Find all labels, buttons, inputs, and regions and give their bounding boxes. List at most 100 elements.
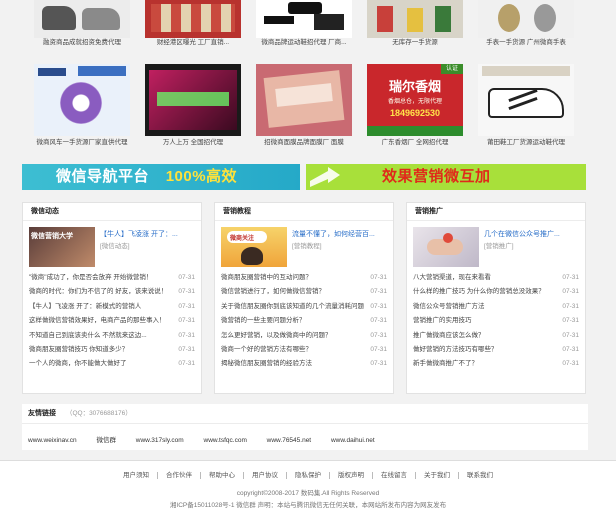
banner-marketing[interactable]: 效果营销微互加 <box>306 164 586 190</box>
featured-article[interactable]: 微信营销大学 【牛人】飞凌涨 开了：... [微信动态] <box>29 227 195 267</box>
product-caption[interactable]: 万人上万 全国招代理 <box>145 136 241 149</box>
article-title[interactable]: 八大营销渠道，现在来看看 <box>413 274 491 281</box>
featured-title[interactable]: 【牛人】飞凌涨 开了：... <box>100 229 195 239</box>
list-item[interactable]: 做好营销的方法技巧有哪些？ 07-31 <box>413 343 579 357</box>
product-image[interactable] <box>367 0 463 38</box>
article-title[interactable]: 微信营销进行了，如何做微信营销？ <box>221 288 325 295</box>
list-item[interactable]: 不知道自己到底该卖什么 不然就来这边... 07-31 <box>29 329 195 343</box>
product-image[interactable] <box>256 0 352 38</box>
list-item[interactable]: 微信公众号营销推广方法 07-31 <box>413 300 579 314</box>
friend-link[interactable]: www.317sly.com <box>136 437 184 444</box>
list-item[interactable]: 微营销的一些主要问题分析？ 07-31 <box>221 314 387 328</box>
product-caption[interactable]: 融资商品成就招资免费代理 <box>34 38 130 48</box>
footer: 用户须知 合作伙伴 帮助中心 用户协议 隐私保护 版权声明 在线留言 关于我们 联系我们 cop… <box>0 460 616 521</box>
article-title[interactable]: 不知道自己到底该卖什么 不然就来这边... <box>29 332 147 339</box>
product-card[interactable]: 招微商面膜品牌面膜厂 面膜 <box>256 64 352 149</box>
list-item[interactable]: 【牛人】飞凌涨 开了：新模式的营销人 07-31 <box>29 300 195 314</box>
article-title[interactable]: 【牛人】飞凌涨 开了：新模式的营销人 <box>29 303 141 310</box>
article-title[interactable]: 推广做微商应该怎么做？ <box>413 332 485 339</box>
featured-title[interactable]: 流量不懂了，如何经营百... <box>292 229 387 239</box>
product-caption[interactable]: 莆田鞋工厂货源运动鞋代理 <box>478 136 574 149</box>
friend-link[interactable]: www.weixinav.cn <box>28 437 77 444</box>
footer-link[interactable]: 版权声明 <box>330 472 373 479</box>
footer-link[interactable]: 用户协议 <box>244 472 287 479</box>
product-image[interactable]: 认证 瑞尔香烟 香烟总仓，无限代理 1849692530 <box>367 64 463 136</box>
product-image[interactable] <box>145 0 241 38</box>
list-item[interactable]: 关于微信朋友圈你到底该知道的几个流量消耗问题 07-31 <box>221 300 387 314</box>
product-caption[interactable]: 微商品牌运动鞋招代理 厂商... <box>256 38 352 48</box>
friend-link[interactable]: www.tsfqc.com <box>204 437 247 444</box>
list-item[interactable]: 微商朋友圈营销技巧 你知道多少？ 07-31 <box>29 343 195 357</box>
product-card[interactable]: 微商风车一手货源厂家直供代理 <box>34 64 130 149</box>
featured-image[interactable]: 微商关注 <box>221 227 287 267</box>
product-image[interactable] <box>478 0 574 38</box>
footer-link[interactable]: 合作伙伴 <box>158 472 201 479</box>
article-title[interactable]: 新手做微商推广不了？ <box>413 360 478 367</box>
list-item[interactable]: 微商的时代：你们为不信了的 好友，该来说说！ 07-31 <box>29 285 195 299</box>
article-title[interactable]: 微商朋友圈营销中的互动问题？ <box>221 274 312 281</box>
article-title[interactable]: 什么样的推广技巧 为什么你的营销总没效果？ <box>413 288 545 295</box>
article-title[interactable]: 关于微信朋友圈你到底该知道的几个流量消耗问题 <box>221 303 364 310</box>
article-title[interactable]: 一个人的微商，你不能做大做好了 <box>29 360 127 367</box>
article-title[interactable]: 营销推广的实用技巧 <box>413 317 472 324</box>
product-image[interactable] <box>145 64 241 136</box>
featured-article[interactable]: 微商关注 流量不懂了，如何经营百... [营销教程] <box>221 227 387 267</box>
article-title[interactable]: "微商"成功了，你是否会放弃 开始微营销！ <box>29 274 152 281</box>
footer-link[interactable]: 联系我们 <box>459 472 501 479</box>
product-caption[interactable]: 财经港区曝光 工厂直销... <box>145 38 241 48</box>
article-title[interactable]: 微信公众号营销推广方法 <box>413 303 485 310</box>
product-caption[interactable]: 招微商面膜品牌面膜厂 面膜 <box>256 136 352 149</box>
list-item[interactable]: 一个人的微商，你不能做大做好了 07-31 <box>29 357 195 371</box>
friend-link[interactable]: 微信群 <box>96 437 116 444</box>
article-title[interactable]: 微商一个好的营销方法有哪些？ <box>221 346 312 353</box>
product-card[interactable]: 微商品牌运动鞋招代理 厂商... <box>256 0 352 48</box>
list-item[interactable]: 微商朋友圈营销中的互动问题？ 07-31 <box>221 271 387 285</box>
product-card[interactable]: 万人上万 全国招代理 <box>145 64 241 149</box>
product-card[interactable]: 莆田鞋工厂货源运动鞋代理 <box>478 64 574 149</box>
product-caption[interactable]: 手表一手货源 广州微商手表 <box>478 38 574 48</box>
product-card[interactable]: 融资商品成就招资免费代理 <box>34 0 130 48</box>
article-title[interactable]: 微营销的一些主要问题分析？ <box>221 317 306 324</box>
footer-link[interactable]: 用户须知 <box>115 472 158 479</box>
product-card[interactable]: 手表一手货源 广州微商手表 <box>478 0 574 48</box>
list-item[interactable]: 揭秘微信朋友圈营销的经验方法 07-31 <box>221 357 387 371</box>
featured-title[interactable]: 几个在微信公众号推广... <box>484 229 579 239</box>
product-image[interactable] <box>478 64 574 136</box>
footer-link[interactable]: 在线留言 <box>373 472 416 479</box>
product-image-title: 瑞尔香烟 <box>388 79 441 94</box>
product-caption[interactable]: 广东香烟厂 全网招代理 <box>367 136 463 149</box>
featured-article[interactable]: 几个在微信公众号推广... [营销推广] <box>413 227 579 267</box>
article-title[interactable]: 做好营销的方法技巧有哪些？ <box>413 346 498 353</box>
featured-image[interactable] <box>413 227 479 267</box>
list-item[interactable]: 怎么更好营销，以及做微商中的问题？ 07-31 <box>221 329 387 343</box>
banner-wechat-nav[interactable]: 微信导航平台 100%高效 <box>22 164 300 190</box>
article-title[interactable]: 微商朋友圈营销技巧 你知道多少？ <box>29 346 128 353</box>
product-caption[interactable]: 微商风车一手货源厂家直供代理 <box>34 136 130 149</box>
article-title[interactable]: 揭秘微信朋友圈营销的经验方法 <box>221 360 312 367</box>
product-caption[interactable]: 无库存一手货源 <box>367 38 463 48</box>
article-title[interactable]: 这样做微信营销效果好，电商产品的那些事入！ <box>29 317 166 324</box>
footer-link[interactable]: 隐私保护 <box>287 472 330 479</box>
product-image[interactable] <box>34 0 130 38</box>
list-item[interactable]: 营销推广的实用技巧 07-31 <box>413 314 579 328</box>
list-item[interactable]: 什么样的推广技巧 为什么你的营销总没效果？ 07-31 <box>413 285 579 299</box>
list-item[interactable]: 新手做微商推广不了？ 07-31 <box>413 357 579 371</box>
article-title[interactable]: 微商的时代：你们为不信了的 好友，该来说说！ <box>29 288 167 295</box>
article-title[interactable]: 怎么更好营销，以及做微商中的问题？ <box>221 332 332 339</box>
product-image[interactable] <box>256 64 352 136</box>
product-card[interactable]: 认证 瑞尔香烟 香烟总仓，无限代理 1849692530 广东香烟厂 全网招代理 <box>367 64 463 149</box>
product-card[interactable]: 无库存一手货源 <box>367 0 463 48</box>
product-image[interactable] <box>34 64 130 136</box>
list-item[interactable]: "微商"成功了，你是否会放弃 开始微营销！ 07-31 <box>29 271 195 285</box>
footer-link[interactable]: 关于我们 <box>416 472 459 479</box>
footer-link[interactable]: 帮助中心 <box>201 472 244 479</box>
list-item[interactable]: 推广做微商应该怎么做？ 07-31 <box>413 329 579 343</box>
friend-link[interactable]: www.76545.net <box>267 437 311 444</box>
friend-link[interactable]: www.daihui.net <box>331 437 375 444</box>
list-item[interactable]: 微商一个好的营销方法有哪些？ 07-31 <box>221 343 387 357</box>
featured-image[interactable]: 微信营销大学 <box>29 227 95 267</box>
product-card[interactable]: 财经港区曝光 工厂直销... <box>145 0 241 48</box>
list-item[interactable]: 八大营销渠道，现在来看看 07-31 <box>413 271 579 285</box>
list-item[interactable]: 这样做微信营销效果好，电商产品的那些事入！ 07-31 <box>29 314 195 328</box>
list-item[interactable]: 微信营销进行了，如何做微信营销？ 07-31 <box>221 285 387 299</box>
